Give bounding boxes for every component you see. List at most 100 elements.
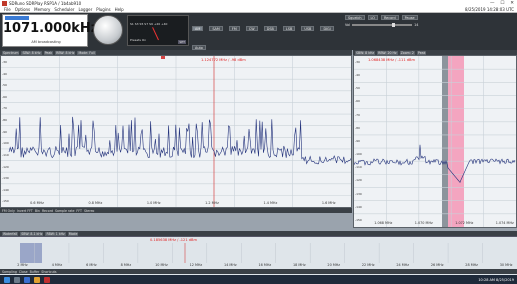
app-logo: [2, 1, 7, 6]
frequency-value[interactable]: 1071.000kHz: [3, 21, 98, 36]
utc-clock: 8/25/2019 14:28:03 UTC: [465, 7, 514, 12]
tuning-knob[interactable]: [93, 15, 123, 45]
shortcuts-button[interactable]: Shortcuts: [41, 270, 56, 274]
set-button[interactable]: SET: [178, 40, 186, 44]
volume-thumb[interactable]: [392, 23, 396, 27]
close-button-lower[interactable]: Close: [19, 270, 28, 274]
x-tick-label: 10 MHz: [155, 263, 168, 267]
x-tick-label: 1.0 MHz: [146, 201, 161, 205]
display-mode-selector[interactable]: Mode: Full: [77, 50, 96, 55]
bin-selector[interactable]: Bin: [35, 209, 40, 213]
s-meter-scale: S1 S3 S5 S7 S9 +20 +40: [130, 22, 168, 26]
side-zoom-selector[interactable]: Zoom: 2: [399, 50, 415, 55]
waterfall-mode-button[interactable]: Waterfall: [2, 231, 19, 236]
menu-scheduler[interactable]: Scheduler: [54, 7, 74, 12]
x-tick-label: 1.070 MHz: [414, 221, 433, 225]
main-spectrum-panel[interactable]: 1.124772 MHz / -98 dBm -30 -40 -50 -60 -70 -8…: [0, 55, 352, 208]
x-tick-label: 28 MHz: [465, 263, 478, 267]
volume-slider[interactable]: [352, 23, 413, 27]
x-tick-label: 1.074 MHz: [495, 221, 514, 225]
invert-fft-toggle[interactable]: Invert FFT: [17, 209, 33, 213]
waterfall-panel[interactable]: 0.185638 MHz / -121 dBm 2 MHz 4 MHz 6 MHz 8…: [0, 236, 517, 275]
y-tick-label: -60: [355, 99, 360, 104]
record-button[interactable]: Record: [380, 15, 399, 20]
x-tick-label: 24 MHz: [396, 263, 410, 267]
x-tick-label: 1.068 MHz: [374, 221, 393, 225]
close-button[interactable]: ✕: [510, 1, 514, 6]
search-icon[interactable]: [14, 276, 20, 283]
waterfall-footer: Sampling Close Buffer Shortcuts: [0, 269, 517, 274]
main-spectrum-plot[interactable]: [1, 56, 351, 207]
spectrum-mode-button[interactable]: Spectrum: [2, 50, 20, 55]
x-tick-label: 1.2 MHz: [205, 201, 219, 205]
sbw-selector[interactable]: SBW: 8 kHz: [21, 50, 42, 55]
fft-selector[interactable]: FFT: [76, 209, 82, 213]
x-tick-label: 8 MHz: [120, 263, 132, 267]
mode-sam-button[interactable]: SAM: [209, 26, 223, 31]
maximize-button[interactable]: ☐: [500, 1, 504, 6]
fm-only-toggle[interactable]: FM Only: [2, 209, 15, 213]
x-tick-label: 1.6 MHz: [321, 201, 336, 205]
sampling-button[interactable]: Sampling: [2, 270, 17, 274]
mode-cw-button[interactable]: CW: [245, 26, 258, 31]
y-tick-label: -80: [2, 118, 7, 123]
menu-file[interactable]: File: [4, 7, 11, 12]
menu-memory[interactable]: Memory: [34, 7, 50, 12]
window-title: SDRuno SDRPlay RSP1A / 1b4ab910: [9, 1, 82, 6]
y-tick-label: -40: [355, 73, 360, 78]
x-tick-label: 26 MHz: [430, 263, 444, 267]
mode-lsb-button[interactable]: LSB: [282, 26, 296, 31]
mode-digi-button[interactable]: DIGI: [320, 26, 334, 31]
x-tick-label: 0.8 MHz: [88, 201, 103, 205]
x-tick-label: 22 MHz: [361, 263, 375, 267]
lo-button[interactable]: LO: [367, 15, 378, 20]
side-sbw-selector[interactable]: SBW: 8 kHz: [355, 50, 376, 55]
mode-dsb-button[interactable]: DSB: [263, 26, 277, 31]
x-tick-label: 4 MHz: [51, 263, 63, 267]
edge-icon[interactable]: [24, 276, 30, 283]
waterfall-display-selector[interactable]: Mode: [67, 231, 79, 236]
side-rbw-selector[interactable]: RBW: 20 Hz: [377, 50, 398, 55]
buffer-button[interactable]: Buffer: [30, 270, 40, 274]
y-tick-label: -60: [2, 94, 7, 99]
menu-logger[interactable]: Logger: [78, 7, 92, 12]
y-tick-label: -70: [355, 112, 360, 117]
s-meter-needle: [152, 27, 159, 41]
y-tick-label: -130: [2, 176, 9, 181]
menu-plugins[interactable]: Plugins: [96, 7, 110, 12]
os-taskbar: 10:28 AM 8/25/2019: [0, 275, 517, 284]
zoomed-spectrum-plot[interactable]: [354, 56, 516, 227]
peak-button[interactable]: Peak: [43, 50, 54, 55]
pause-button[interactable]: Pause: [401, 15, 418, 20]
record-toggle[interactable]: Record: [42, 209, 53, 213]
waterfall-rbw-selector[interactable]: RBW: 1 kHz: [45, 231, 66, 236]
minimize-button[interactable]: —: [490, 1, 495, 6]
menu-options[interactable]: Options: [15, 7, 30, 12]
passband-edge: [442, 56, 448, 227]
menu-help[interactable]: Help: [115, 7, 124, 12]
x-tick-label: 1.072 MHz: [455, 221, 474, 225]
zoomed-spectrum-panel[interactable]: 1.068438 MHz / -111 dBm -30 -40 -50 -60 -70 -…: [353, 55, 517, 228]
mode-fm-button[interactable]: FM: [228, 26, 240, 31]
main-cursor-readout: 1.124772 MHz / -98 dBm: [201, 58, 246, 62]
waterfall-plot[interactable]: [0, 243, 517, 263]
x-tick-label: 30 MHz: [499, 263, 513, 267]
title-bar: SDRuno SDRPlay RSP1A / 1b4ab910 — ☐ ✕: [0, 0, 517, 7]
zoomed-spectrum-trace: [354, 144, 516, 183]
y-tick-label: -30: [2, 60, 7, 64]
rbw-selector[interactable]: RBW: 8 kHz: [55, 50, 76, 55]
side-peak-button[interactable]: Peak: [416, 50, 427, 55]
stereo-toggle[interactable]: Stereo: [84, 209, 94, 213]
y-tick-label: -120: [2, 164, 9, 169]
sample-rate-selector[interactable]: Sample rate: [55, 209, 74, 213]
mode-am-button[interactable]: AM: [192, 26, 204, 31]
waterfall-sbw-selector[interactable]: SBW: 8.1 kHz: [20, 231, 44, 236]
y-tick-label: -90: [2, 129, 7, 134]
mode-usb-button[interactable]: USB: [301, 26, 315, 31]
sdr-app-icon[interactable]: [44, 276, 50, 283]
squelch-button[interactable]: Squelch: [345, 15, 365, 20]
frequency-display[interactable]: 1071.000kHz AM broadcasting: [2, 14, 98, 47]
start-icon[interactable]: [4, 276, 10, 283]
folder-icon[interactable]: [34, 276, 40, 283]
y-tick-label: -90: [355, 138, 360, 143]
